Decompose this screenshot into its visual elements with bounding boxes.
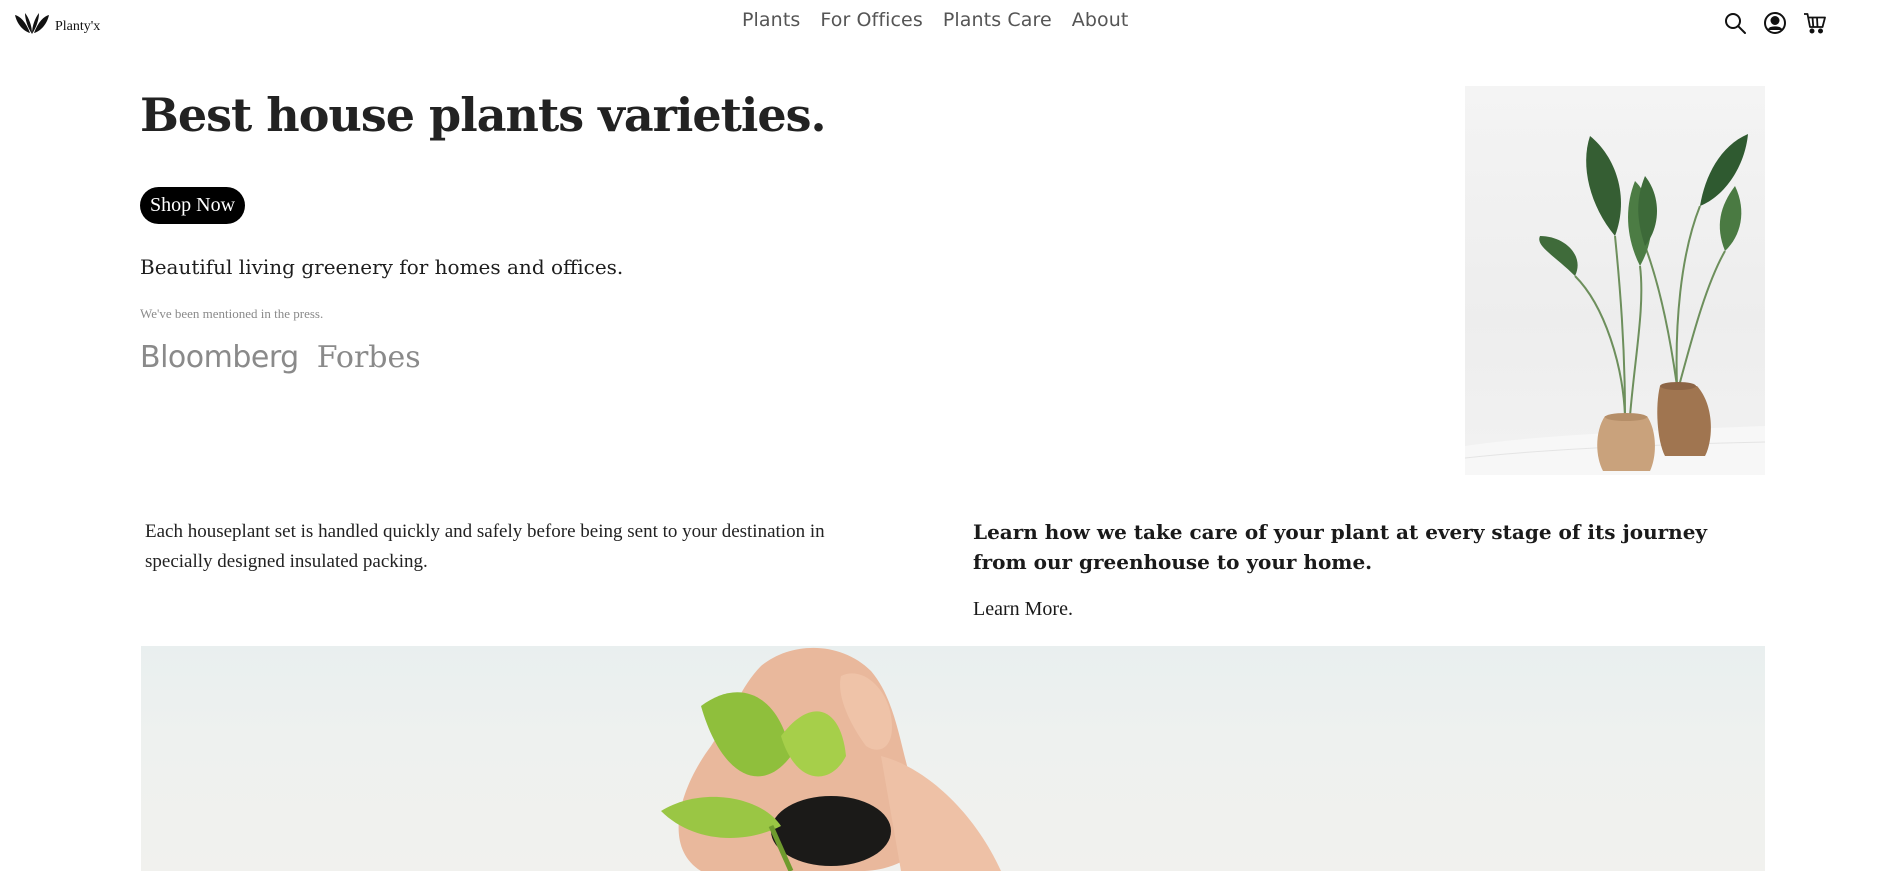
care-journey-heading: Learn how we take care of your plant at … — [973, 520, 1708, 574]
press-logo-forbes: Forbes — [316, 340, 421, 375]
user-account-icon[interactable] — [1762, 10, 1788, 36]
leaf-logo-icon — [15, 13, 49, 34]
press-logos: Bloomberg Forbes — [140, 340, 421, 375]
hero-tagline: Beautiful living greenery for homes and … — [140, 255, 624, 279]
press-note: We've been mentioned in the press. — [140, 306, 324, 321]
shipping-info-text: Each houseplant set is handled quickly a… — [145, 521, 825, 572]
press-logo-bloomberg: Bloomberg — [140, 340, 299, 375]
nav-link-plants[interactable]: Plants — [742, 9, 800, 31]
search-icon[interactable] — [1722, 10, 1748, 36]
nav-link-plants-care[interactable]: Plants Care — [943, 9, 1052, 31]
learn-more-link[interactable]: Learn More. — [973, 598, 1073, 621]
main-nav: Plants For Offices Plants Care About — [742, 9, 1128, 31]
cart-icon[interactable] — [1802, 10, 1828, 36]
logo-text: Planty'x — [55, 19, 101, 34]
nav-link-for-offices[interactable]: For Offices — [820, 9, 922, 31]
hero-plant-image — [1465, 86, 1765, 475]
logo[interactable]: Planty'x — [14, 12, 100, 36]
seedling-hand-image — [141, 646, 1765, 871]
shop-now-button[interactable]: Shop Now — [140, 187, 246, 224]
header-actions — [1722, 10, 1828, 36]
hero-title: Best house plants varieties. — [140, 88, 827, 142]
nav-link-about[interactable]: About — [1072, 9, 1129, 31]
